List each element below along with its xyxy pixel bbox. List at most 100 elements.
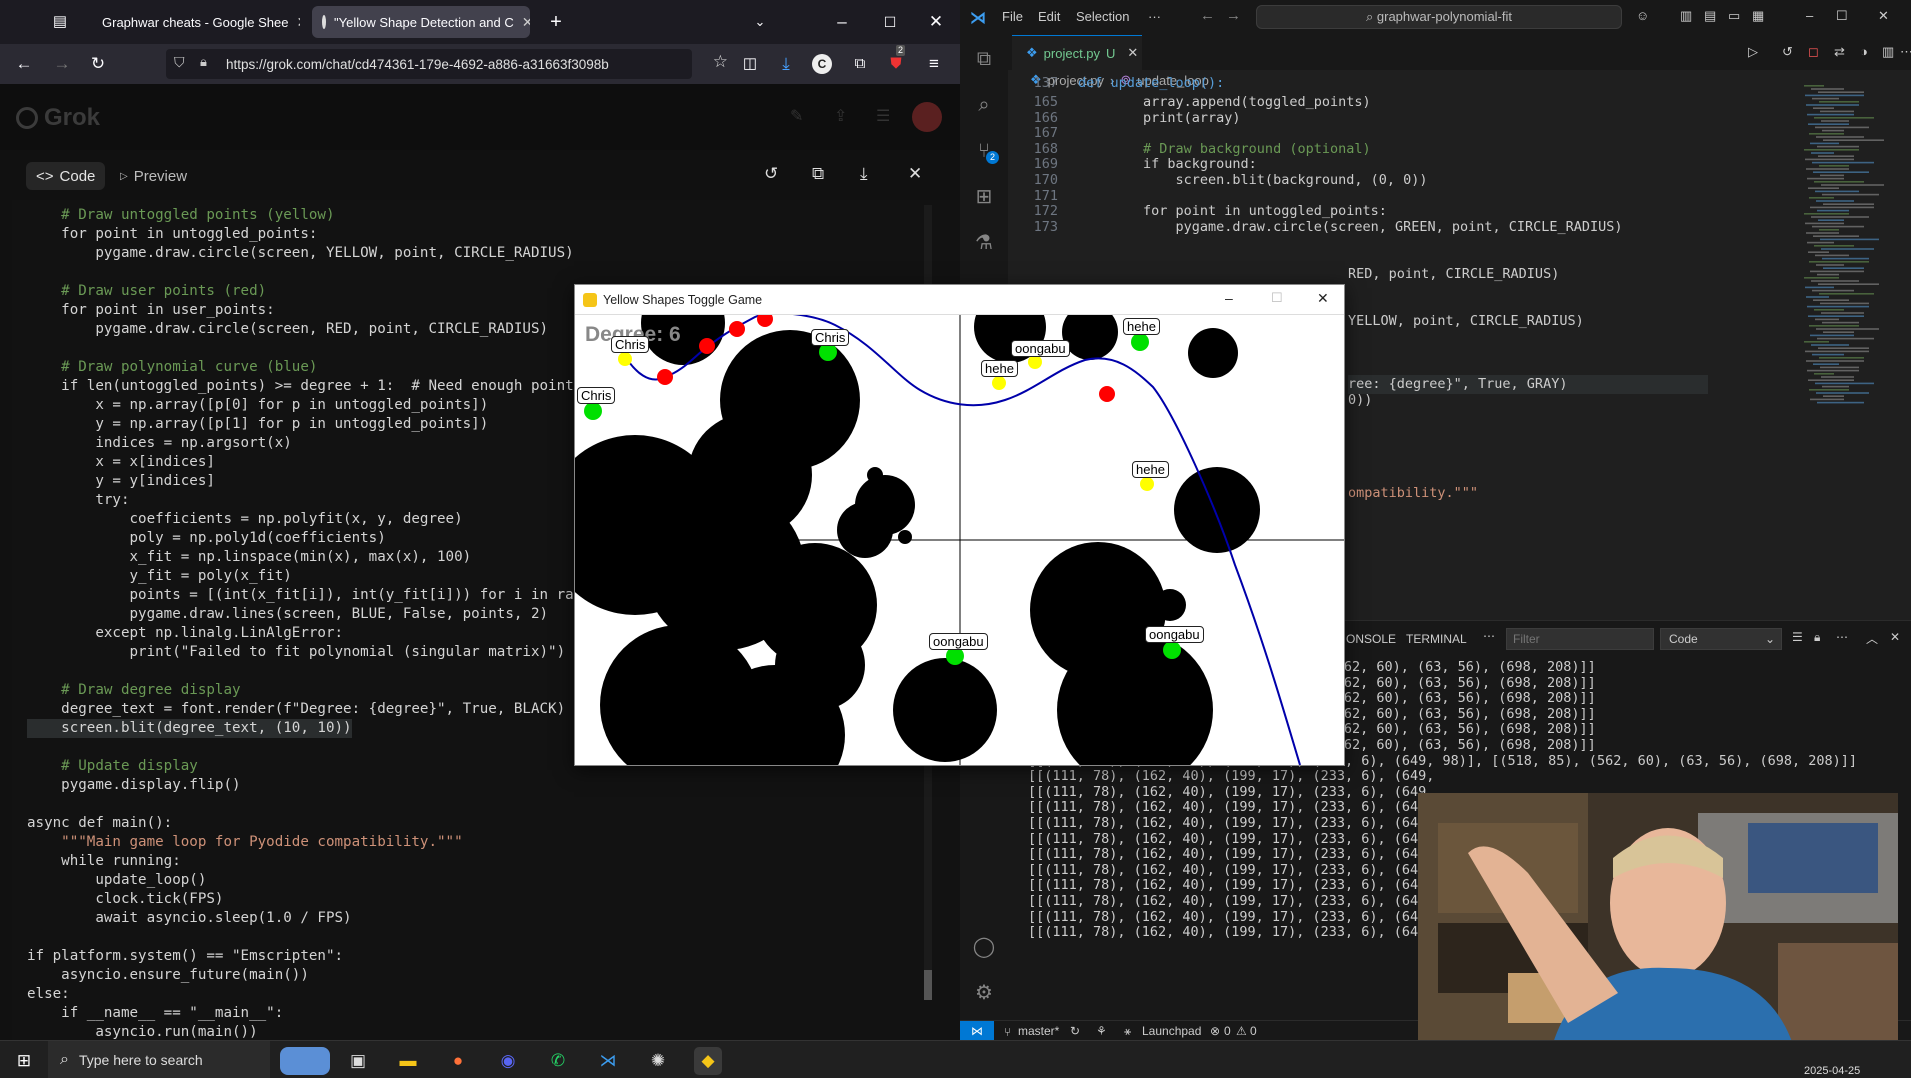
pocket-icon[interactable]: ◫ — [738, 52, 762, 76]
file-explorer-icon[interactable]: ▬ — [394, 1047, 422, 1075]
source-control-icon[interactable]: ⑂ 2 — [972, 139, 999, 164]
lock-icon[interactable]: 🔒︎ — [1814, 630, 1820, 645]
menu-edit[interactable]: Edit — [1038, 9, 1060, 24]
tab-code[interactable]: <> Code — [26, 162, 106, 190]
minimize-icon[interactable]: – — [1806, 8, 1813, 23]
history-icon[interactable]: ↺ — [1782, 44, 1793, 60]
close-tab-icon[interactable]: ✕ — [522, 14, 530, 31]
maximize-icon[interactable]: ☐ — [1836, 8, 1848, 24]
game-surface[interactable] — [575, 315, 1344, 765]
nav-back-icon[interactable]: ← — [1200, 7, 1215, 24]
chatgpt-icon[interactable]: ✺ — [644, 1047, 672, 1075]
tab-debug-console[interactable]: ONSOLE — [1346, 632, 1396, 646]
editor-line-partial: RED, point, CIRCLE_RADIUS) — [1348, 266, 1560, 282]
vscode-taskbar-icon[interactable]: ⋊ — [594, 1047, 622, 1075]
copilot-icon[interactable]: ☺︎ — [1636, 8, 1649, 23]
ublock-icon[interactable]: ⛊ 2 — [884, 45, 908, 76]
menu-file[interactable]: File — [1002, 9, 1023, 24]
tab-list-icon[interactable]: ▤ — [48, 10, 72, 34]
search-icon[interactable]: ⌕ — [972, 93, 996, 117]
menu-icon[interactable]: ≡ — [922, 52, 946, 76]
download-icon[interactable]: ⤓ — [774, 52, 798, 76]
avatar[interactable] — [912, 102, 942, 132]
stop-icon[interactable]: ◻ — [1808, 44, 1819, 60]
tab-terminal[interactable]: TERMINAL — [1406, 632, 1467, 646]
close-panel-icon[interactable]: ✕ — [1890, 630, 1900, 644]
error-count[interactable]: 0 — [1224, 1024, 1231, 1038]
filter-input[interactable] — [1506, 628, 1654, 650]
share-icon[interactable]: ⇪ — [834, 106, 847, 126]
minimap[interactable] — [1800, 85, 1890, 505]
browser-tab-grok[interactable]: "Yellow Shape Detection and C ✕ — [312, 6, 530, 38]
close-panel-icon[interactable]: ✕ — [908, 164, 922, 184]
maximize-icon[interactable]: ☐ — [1271, 290, 1283, 306]
widgets-icon[interactable] — [280, 1047, 330, 1075]
close-window-icon[interactable]: ✕ — [924, 10, 948, 34]
browser-tab-sheets[interactable]: Graphwar cheats - Google Shee ✕ — [84, 6, 300, 38]
testing-icon[interactable]: ⚗ — [972, 231, 996, 255]
history-icon[interactable]: ☰ — [876, 106, 890, 126]
toggle-sidebar-icon[interactable]: ▥ — [1680, 8, 1692, 24]
python-taskbar-icon[interactable]: ◆ — [694, 1047, 722, 1075]
close-tab-icon[interactable]: ✕ — [1127, 45, 1138, 61]
forward-icon[interactable]: → — [50, 52, 74, 76]
clock-date[interactable]: 2025-04-25 — [1804, 1065, 1860, 1077]
tab-preview[interactable]: ▷ Preview — [110, 162, 197, 190]
launchpad-label[interactable]: Launchpad — [1142, 1024, 1201, 1038]
obstacle — [1188, 328, 1238, 378]
toggle-sidebar-left-icon[interactable]: ▤ — [1704, 8, 1716, 24]
scrollbar-thumb[interactable] — [924, 970, 932, 1000]
explorer-icon[interactable]: ⧉ — [972, 47, 996, 71]
history-icon[interactable]: ↺ — [764, 164, 778, 184]
new-tab-button[interactable]: + — [544, 10, 568, 34]
close-window-icon[interactable]: ✕ — [1317, 290, 1329, 307]
open-changes-icon[interactable]: ◑ — [1860, 44, 1868, 59]
split-editor-icon[interactable]: ▥ — [1882, 44, 1894, 60]
back-icon[interactable]: ← — [12, 52, 36, 76]
sync-icon[interactable]: ↻ — [1070, 1024, 1080, 1038]
taskbar-search[interactable]: ⌕ Type here to search — [48, 1041, 270, 1078]
customize-layout-icon[interactable]: ▦ — [1752, 8, 1764, 24]
minimize-icon[interactable]: – — [830, 10, 854, 34]
close-window-icon[interactable]: ✕ — [1878, 8, 1889, 24]
menu-selection[interactable]: Selection — [1076, 9, 1129, 24]
menu-more[interactable]: ··· — [1148, 9, 1161, 24]
nav-forward-icon[interactable]: → — [1226, 7, 1241, 24]
bookmark-star-icon[interactable]: ☆ — [713, 52, 728, 72]
extensions-icon[interactable]: ⊞ — [972, 185, 996, 209]
edit-icon[interactable]: ✎ — [790, 106, 803, 126]
more-tabs-icon[interactable]: ⋯ — [1483, 629, 1495, 643]
more-actions-icon[interactable]: ⋯ — [1836, 630, 1848, 644]
toggle-panel-icon[interactable]: ▭ — [1728, 8, 1740, 24]
download-icon[interactable]: ⤓ — [860, 164, 868, 184]
compare-icon[interactable]: ⇄ — [1834, 44, 1845, 60]
maximize-icon[interactable]: ☐ — [878, 10, 902, 34]
code-line: y = y[indices] — [27, 473, 215, 489]
discord-icon[interactable]: ◉ — [494, 1047, 522, 1075]
whatsapp-icon[interactable]: ✆ — [544, 1047, 572, 1075]
clear-output-icon[interactable]: ☰ — [1792, 630, 1803, 644]
settings-gear-icon[interactable]: ⚙ — [972, 981, 996, 1005]
output-select[interactable]: Code ⌄ — [1660, 628, 1782, 650]
tab-project-py[interactable]: ❖ project.py U ✕ — [1012, 35, 1142, 70]
close-tab-icon[interactable]: ✕ — [296, 14, 300, 31]
tab-overflow-icon[interactable]: ⌄ — [748, 10, 772, 34]
command-center[interactable]: ⌕ graphwar-polynomial-fit — [1256, 5, 1622, 29]
firefox-icon[interactable]: ● — [444, 1047, 472, 1075]
warning-count[interactable]: 0 — [1250, 1024, 1257, 1038]
git-graph-icon[interactable]: ⚘ — [1096, 1024, 1107, 1038]
task-view-icon[interactable]: ▣ — [344, 1047, 372, 1075]
more-actions-icon[interactable]: ⋯ — [1900, 44, 1911, 60]
game-canvas[interactable]: Degree: 6 Chris Chris Chris oongabu hehe… — [575, 315, 1344, 765]
account-icon[interactable]: ◯ — [972, 935, 996, 959]
run-icon[interactable]: ▷ — [1748, 44, 1758, 60]
extensions-icon[interactable]: ⧉ — [848, 52, 872, 76]
reload-icon[interactable]: ↻ — [86, 52, 110, 76]
windows-start-icon[interactable]: ⊞ — [10, 1047, 38, 1075]
maximize-panel-icon[interactable]: ︿ — [1866, 630, 1878, 647]
branch-name[interactable]: master* — [1018, 1024, 1059, 1038]
extension-c-icon[interactable]: C — [812, 54, 832, 74]
copy-icon[interactable]: ⧉ — [812, 164, 824, 184]
address-bar[interactable]: ⛉ 🔒︎ https://grok.com/chat/cd474361-179e… — [166, 49, 728, 79]
minimize-icon[interactable]: – — [1225, 290, 1233, 306]
